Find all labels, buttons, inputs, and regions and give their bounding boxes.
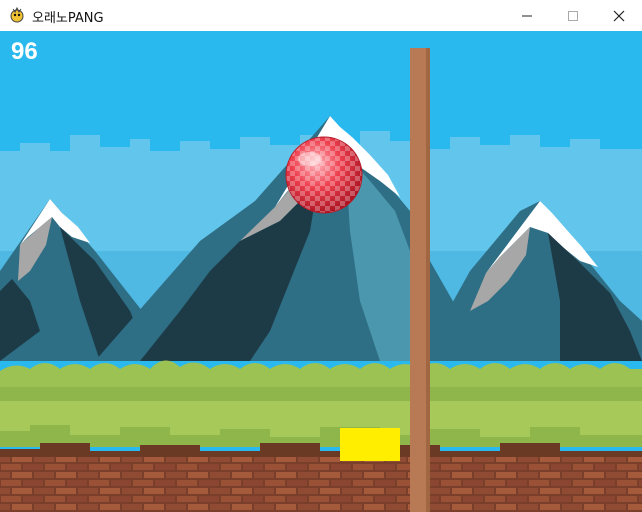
title-bar[interactable]: 오래노PANG: [0, 0, 642, 31]
close-icon: [613, 10, 625, 22]
minimize-icon: [522, 11, 532, 21]
score-counter: 96: [11, 38, 38, 65]
red-ball: [285, 136, 363, 214]
brick-floor: [0, 457, 642, 512]
close-button[interactable]: [596, 0, 642, 31]
game-scene: [0, 31, 642, 512]
maximize-icon: [568, 10, 578, 21]
window-title: 오래노PANG: [32, 11, 104, 26]
game-window: 오래노PANG 96: [0, 0, 642, 512]
minimize-button[interactable]: [504, 0, 550, 31]
pygame-snake-icon: [8, 6, 26, 24]
game-canvas[interactable]: 96: [0, 31, 642, 512]
player-block: [340, 428, 400, 461]
maximize-button[interactable]: [550, 0, 596, 31]
